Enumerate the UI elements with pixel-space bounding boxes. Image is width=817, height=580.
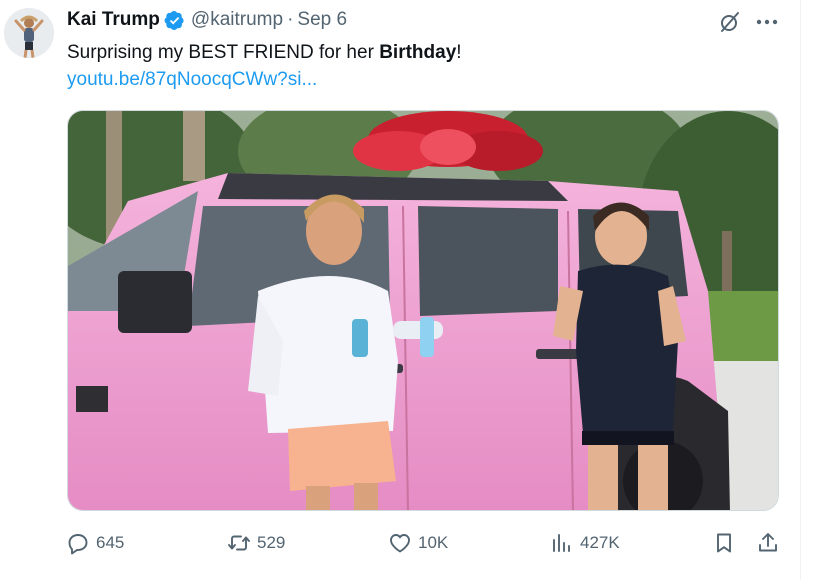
views-count: 427K: [580, 533, 620, 552]
user-handle[interactable]: @kaitrump: [191, 9, 283, 31]
profile-photo: [4, 8, 54, 58]
timeline-border: [800, 0, 801, 580]
tweet-action-bar: 645 529 10K 427K: [60, 526, 790, 560]
share-button[interactable]: [756, 526, 780, 560]
tweet-text-bold: Birthday: [379, 42, 457, 63]
views-chart-icon: [553, 534, 570, 552]
reply-icon: [68, 534, 88, 555]
tweet-photo[interactable]: [67, 110, 779, 511]
display-name[interactable]: Kai Trump: [67, 9, 160, 31]
grok-icon[interactable]: [718, 10, 742, 34]
timestamp[interactable]: Sep 6: [297, 9, 347, 31]
bookmark-button[interactable]: [712, 526, 736, 560]
like-button[interactable]: 10K: [388, 526, 448, 560]
separator-dot: ·: [287, 9, 294, 30]
tweet-text-part2: !: [456, 42, 462, 63]
reply-button[interactable]: 645: [66, 526, 124, 560]
heart-icon: [390, 534, 410, 553]
tweet-text: Surprising my BEST FRIEND for her Birthd…: [67, 40, 462, 65]
bookmark-icon: [717, 533, 731, 553]
photo: [68, 111, 778, 510]
tweet-header: Kai Trump @kaitrump · Sep 6: [67, 8, 347, 32]
repost-count: 529: [257, 533, 286, 552]
repost-button[interactable]: 529: [227, 526, 285, 560]
verified-badge-icon: [164, 10, 185, 31]
avatar[interactable]: [4, 8, 54, 58]
more-icon[interactable]: [754, 10, 780, 34]
tweet-text-part1: Surprising my BEST FRIEND for her: [67, 42, 380, 63]
share-icon: [759, 533, 777, 552]
repost-icon: [228, 535, 250, 551]
tweet-link[interactable]: youtu.be/87qNoocqCWw?si...: [67, 67, 317, 92]
reply-count: 645: [96, 533, 125, 552]
like-count: 10K: [418, 533, 449, 552]
views-button[interactable]: 427K: [550, 526, 620, 560]
